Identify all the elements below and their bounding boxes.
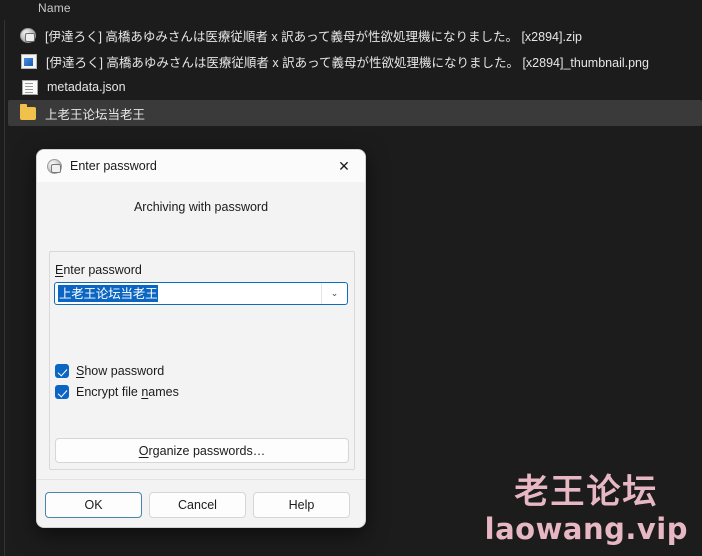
list-item[interactable]: [伊達ろく] 高橋あゆみさんは医療従順者 x 訳あって義母が性欲処理機になりまし…: [8, 22, 702, 48]
cancel-button[interactable]: Cancel: [149, 492, 246, 518]
dialog-title: Enter password: [70, 159, 157, 173]
password-field-label: Enter password: [55, 263, 142, 277]
folder-name: 上老王论坛当老王: [45, 107, 146, 122]
password-group-panel: Enter password 上老王论坛当老王 ⌄ Show password …: [49, 251, 355, 470]
dialog-titlebar[interactable]: Enter password ✕: [37, 150, 365, 182]
show-password-checkbox[interactable]: Show password: [55, 364, 164, 378]
column-header-bar: Name: [0, 0, 702, 20]
show-password-label: Show password: [76, 364, 165, 378]
encrypt-file-names-checkbox[interactable]: Encrypt file names: [55, 385, 179, 399]
checkbox-check-icon: [55, 364, 69, 378]
dialog-subtitle: Archiving with password: [133, 200, 269, 214]
json-file-icon: [22, 79, 38, 95]
checkbox-check-icon: [55, 385, 69, 399]
encrypt-file-names-label: Encrypt file names: [76, 385, 179, 399]
column-header-name[interactable]: Name: [38, 1, 71, 15]
enter-password-dialog: Enter password ✕ Archiving with password…: [36, 149, 366, 528]
chevron-down-icon[interactable]: ⌄: [321, 283, 347, 304]
archiver-app-icon: [47, 158, 62, 174]
file-list: [伊達ろく] 高橋あゆみさんは医療従順者 x 訳あって義母が性欲処理機になりまし…: [8, 22, 702, 126]
nav-pane-divider: [4, 0, 5, 556]
zip-archive-icon: [20, 27, 36, 43]
list-item[interactable]: [伊達ろく] 高橋あゆみさんは医療従順者 x 訳あって義母が性欲処理機になりまし…: [8, 48, 702, 74]
app-root: Name [伊達ろく] 高橋あゆみさんは医療従順者 x 訳あって義母が性欲処理機…: [0, 0, 702, 556]
list-item-selected[interactable]: 上老王论坛当老王: [8, 100, 702, 126]
file-name: [伊達ろく] 高橋あゆみさんは医療従順者 x 訳あって義母が性欲処理機になりまし…: [45, 29, 582, 44]
list-item[interactable]: metadata.json: [8, 74, 702, 100]
folder-icon: [20, 104, 36, 120]
file-name: [伊達ろく] 高橋あゆみさんは医療従順者 x 訳あって義母が性欲処理機になりまし…: [46, 55, 649, 70]
png-image-icon: [21, 53, 37, 69]
password-value: 上老王论坛当老王: [58, 285, 159, 302]
file-name: metadata.json: [47, 80, 126, 94]
dialog-footer: OK Cancel Help: [37, 479, 365, 527]
watermark-chinese: 老王论坛: [514, 472, 659, 512]
password-input[interactable]: 上老王论坛当老王 ⌄: [54, 282, 348, 305]
close-icon[interactable]: ✕: [323, 150, 365, 182]
watermark: 老王论坛 laowang.vip: [485, 472, 688, 546]
ok-button[interactable]: OK: [45, 492, 142, 518]
help-button[interactable]: Help: [253, 492, 350, 518]
organize-passwords-button[interactable]: Organize passwords…: [55, 438, 349, 463]
watermark-domain: laowang.vip: [484, 512, 688, 546]
